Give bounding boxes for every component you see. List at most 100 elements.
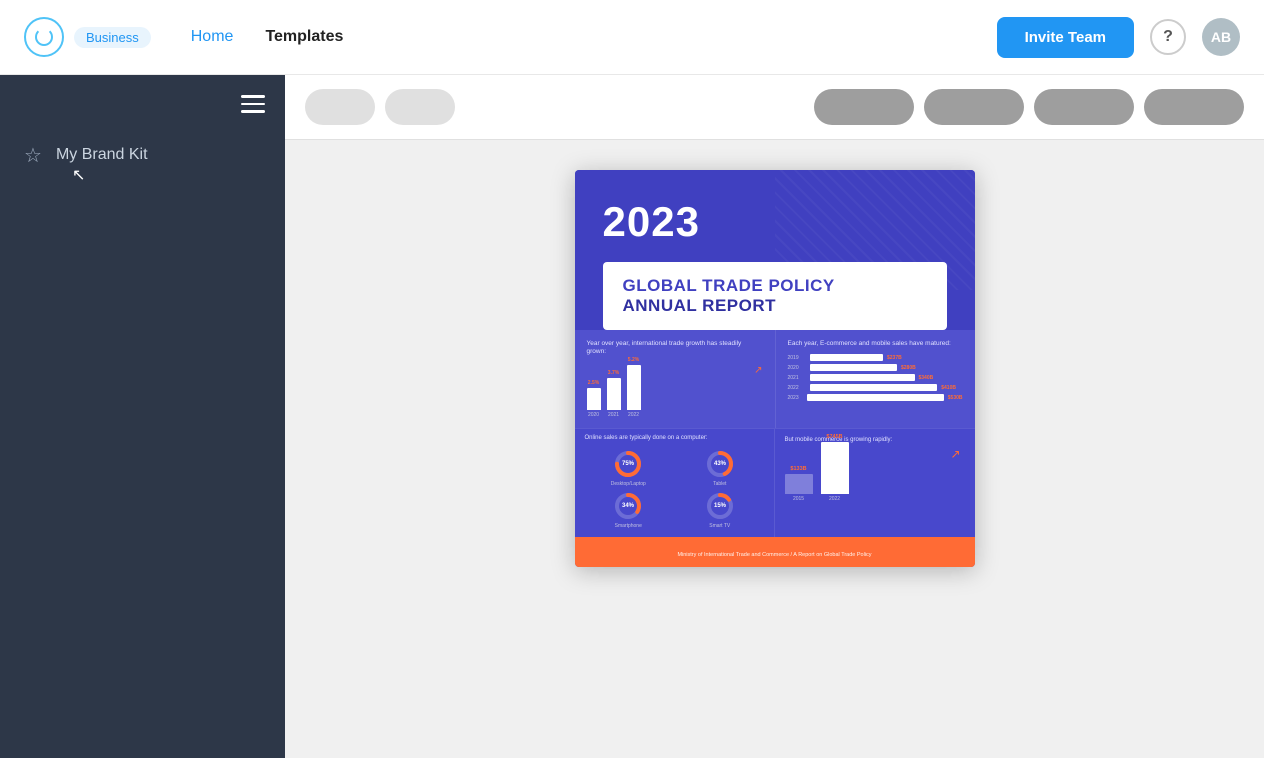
invite-team-button[interactable]: Invite Team bbox=[997, 17, 1134, 58]
help-button[interactable]: ? bbox=[1150, 19, 1186, 55]
toolbar-filter-2[interactable] bbox=[924, 89, 1024, 125]
bar-2021: 3.7% 2021 bbox=[607, 370, 621, 418]
toolbar-button-1[interactable] bbox=[305, 89, 375, 125]
donut-smartphone: 34% Smartphone bbox=[585, 491, 673, 529]
donut-grid: 75% Desktop/Laptop 43% Tablet bbox=[575, 441, 774, 537]
cursor-icon: ↖ bbox=[72, 165, 85, 185]
bar-2020-label: 2020 bbox=[588, 412, 599, 418]
bar-2021-label: 2021 bbox=[608, 412, 619, 418]
bar-2021-col bbox=[607, 378, 621, 410]
donut-smarttv-label: Smart TV bbox=[709, 523, 730, 529]
toolbar bbox=[285, 75, 1264, 140]
hbar-2023-val: $530B bbox=[948, 395, 963, 401]
donut-tablet-svg: 43% bbox=[705, 449, 735, 479]
hbar-2020-bar bbox=[810, 364, 898, 371]
nav-templates[interactable]: Templates bbox=[257, 28, 351, 46]
donut-smarttv: 15% Smart TV bbox=[676, 491, 764, 529]
hbar-2022: 2022 $410B bbox=[788, 384, 963, 391]
sidebar-brand-kit-label: My Brand Kit bbox=[56, 146, 148, 164]
hbar-chart: 2019 $237B 2020 $280B 2021 bbox=[788, 354, 963, 401]
donut-desktop-svg: 75% bbox=[613, 449, 643, 479]
document-preview: 2023 GLOBAL TRADE POLICY ANNUAL REPORT Y… bbox=[575, 170, 975, 567]
toolbar-button-2[interactable] bbox=[385, 89, 455, 125]
doc-bg-pattern bbox=[775, 170, 975, 290]
hbar-2019-bar bbox=[810, 354, 884, 361]
business-badge: Business bbox=[74, 27, 151, 48]
donut-section: Online sales are typically done on a com… bbox=[575, 429, 775, 537]
bar-2022-label: 2022 bbox=[628, 412, 639, 418]
bar-2020: 2.5% 2020 bbox=[587, 380, 601, 418]
bar-chart-title: Year over year, international trade grow… bbox=[587, 340, 763, 357]
top-navigation: Business Home Templates Invite Team ? AB bbox=[0, 0, 1264, 75]
hbar-2023-bar bbox=[807, 394, 943, 401]
mobile-val-2022: $745B bbox=[826, 434, 842, 440]
svg-text:15%: 15% bbox=[714, 503, 727, 509]
avatar[interactable]: AB bbox=[1202, 18, 1240, 56]
toolbar-filter-4[interactable] bbox=[1144, 89, 1244, 125]
hbar-2022-val: $410B bbox=[941, 385, 956, 391]
hbar-2023: 2023 $530B bbox=[788, 394, 963, 401]
svg-text:75%: 75% bbox=[622, 461, 635, 467]
bar-2021-value: 3.7% bbox=[608, 370, 619, 376]
svg-text:43%: 43% bbox=[714, 461, 727, 467]
hbar-chart-panel: Each year, E-commerce and mobile sales h… bbox=[775, 330, 975, 428]
hbar-2020-val: $280B bbox=[901, 365, 916, 371]
donut-smartphone-svg: 34% bbox=[613, 491, 643, 521]
mobile-bar-2022-col bbox=[821, 442, 849, 494]
hbar-2020: 2020 $280B bbox=[788, 364, 963, 371]
trend-arrow: ↗ bbox=[754, 365, 762, 376]
donut-desktop: 75% Desktop/Laptop bbox=[585, 449, 673, 487]
bar-2022-col bbox=[627, 365, 641, 410]
bar-chart-area: ↗ 2.5% 2020 3.7% 2021 bbox=[587, 363, 763, 418]
bar-chart-panel: Year over year, international trade grow… bbox=[575, 330, 775, 428]
doc-footer-text: Ministry of International Trade and Comm… bbox=[677, 552, 871, 558]
donut-title: Online sales are typically done on a com… bbox=[575, 429, 774, 441]
donut-tablet: 43% Tablet bbox=[676, 449, 764, 487]
logo-inner-circle bbox=[35, 28, 53, 46]
mobile-trend-arrow: ↗ bbox=[950, 447, 960, 461]
star-icon: ☆ bbox=[24, 143, 42, 168]
donut-smartphone-label: Smartphone bbox=[615, 523, 642, 529]
hbar-chart-title: Each year, E-commerce and mobile sales h… bbox=[788, 340, 963, 348]
hbar-2020-year: 2020 bbox=[788, 365, 806, 371]
doc-charts-top: Year over year, international trade grow… bbox=[575, 330, 975, 428]
hamburger-icon bbox=[241, 95, 265, 113]
toolbar-filter-3[interactable] bbox=[1034, 89, 1134, 125]
svg-text:34%: 34% bbox=[622, 503, 635, 509]
mobile-label-2015: 2015 bbox=[793, 496, 804, 502]
hbar-2023-year: 2023 bbox=[788, 395, 804, 401]
canvas-area: 2023 GLOBAL TRADE POLICY ANNUAL REPORT Y… bbox=[285, 140, 1264, 758]
hbar-2021-year: 2021 bbox=[788, 375, 806, 381]
content-area: 2023 GLOBAL TRADE POLICY ANNUAL REPORT Y… bbox=[285, 75, 1264, 758]
mobile-bar-2015: $133B 2015 bbox=[785, 466, 813, 502]
bar-2022-value: 5.2% bbox=[628, 357, 639, 363]
bar-2020-value: 2.5% bbox=[588, 380, 599, 386]
hbar-2021: 2021 $340B bbox=[788, 374, 963, 381]
hbar-2019-val: $237B bbox=[887, 355, 902, 361]
donut-tablet-label: Tablet bbox=[713, 481, 726, 487]
hbar-2019: 2019 $237B bbox=[788, 354, 963, 361]
bar-2020-col bbox=[587, 388, 601, 410]
mobile-chart: ↗ $133B 2015 $745B 2022 bbox=[785, 447, 965, 502]
doc-header: 2023 bbox=[575, 170, 975, 262]
mobile-chart-section: But mobile commerce is growing rapidly: … bbox=[775, 429, 975, 537]
sidebar: ☆ My Brand Kit ↖ bbox=[0, 75, 285, 758]
sidebar-item-brand-kit[interactable]: ☆ My Brand Kit ↖ bbox=[0, 129, 285, 182]
toolbar-filter-1[interactable] bbox=[814, 89, 914, 125]
hbar-2022-year: 2022 bbox=[788, 385, 806, 391]
mobile-val-2015: $133B bbox=[790, 466, 806, 472]
mobile-bar-2022: $745B 2022 bbox=[821, 434, 849, 502]
logo-icon bbox=[24, 17, 64, 57]
mobile-label-2022: 2022 bbox=[829, 496, 840, 502]
donut-desktop-label: Desktop/Laptop bbox=[611, 481, 646, 487]
logo-area: Business bbox=[24, 17, 151, 57]
nav-home[interactable]: Home bbox=[183, 28, 242, 46]
bar-2022: 5.2% 2022 bbox=[627, 357, 641, 418]
main-layout: ☆ My Brand Kit ↖ 2023 bbox=[0, 75, 1264, 758]
doc-title-line2: ANNUAL REPORT bbox=[623, 296, 927, 316]
mobile-chart-title: But mobile commerce is growing rapidly: bbox=[785, 437, 965, 443]
hbar-2021-bar bbox=[810, 374, 915, 381]
hbar-2021-val: $340B bbox=[919, 375, 934, 381]
hbar-2022-bar bbox=[810, 384, 938, 391]
sidebar-hamburger[interactable] bbox=[0, 91, 285, 129]
